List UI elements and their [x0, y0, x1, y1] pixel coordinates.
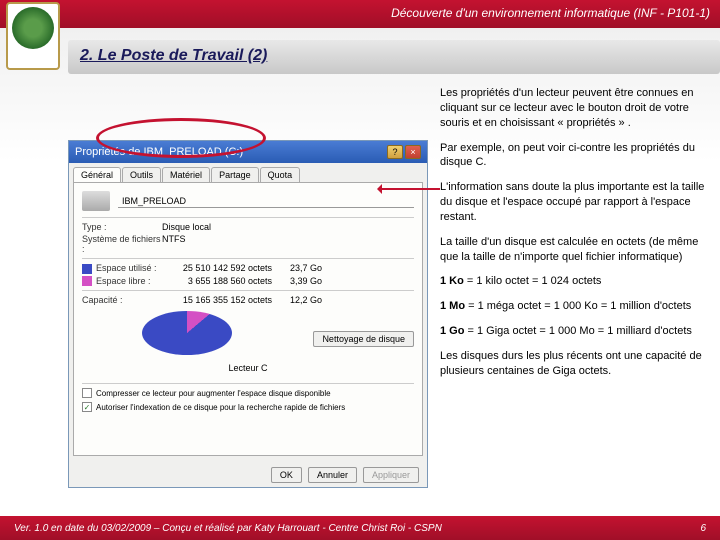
help-icon[interactable]: ?: [387, 145, 403, 159]
tab-general[interactable]: Général: [73, 167, 121, 182]
school-logo: [6, 2, 60, 70]
cancel-button[interactable]: Annuler: [308, 467, 357, 483]
apply-button[interactable]: Appliquer: [363, 467, 419, 483]
cap-label: Capacité :: [82, 295, 162, 305]
tab-hardware[interactable]: Matériel: [162, 167, 210, 182]
tab-share[interactable]: Partage: [211, 167, 259, 182]
close-icon[interactable]: ×: [405, 145, 421, 159]
compress-checkbox[interactable]: [82, 388, 92, 398]
index-label: Autoriser l'indexation de ce disque pour…: [96, 403, 345, 412]
para-7: 1 Go = 1 Giga octet = 1 000 Mo = 1 milli…: [440, 324, 708, 339]
callout-arrow: [380, 188, 440, 190]
free-bytes: 3 655 188 560 octets: [162, 276, 272, 287]
pie-label: Lecteur C: [82, 363, 414, 373]
tab-tools[interactable]: Outils: [122, 167, 161, 182]
para-6: 1 Mo = 1 méga octet = 1 000 Ko = 1 milli…: [440, 299, 708, 314]
para-1: Les propriétés d'un lecteur peuvent être…: [440, 86, 708, 131]
compress-label: Compresser ce lecteur pour augmenter l'e…: [96, 389, 331, 398]
used-gb: 23,7 Go: [272, 263, 322, 274]
used-label: Espace utilisé :: [82, 263, 162, 274]
cap-bytes: 15 165 355 152 octets: [162, 295, 272, 305]
dialog-body: IBM_PRELOAD Type :Disque local Système d…: [73, 182, 423, 456]
free-gb: 3,39 Go: [272, 276, 322, 287]
tab-quota[interactable]: Quota: [260, 167, 301, 182]
explanation-text: Les propriétés d'un lecteur peuvent être…: [440, 86, 708, 389]
index-checkbox[interactable]: ✓: [82, 402, 92, 412]
pie-chart: [142, 311, 232, 361]
para-3: L'information sans doute la plus importa…: [440, 180, 708, 225]
para-2: Par exemple, on peut voir ci-contre les …: [440, 141, 708, 171]
highlight-ellipse: [96, 118, 266, 158]
course-code: Découverte d'un environnement informatiq…: [391, 6, 710, 20]
ok-button[interactable]: OK: [271, 467, 302, 483]
used-bytes: 25 510 142 592 octets: [162, 263, 272, 274]
dialog-tabs: Général Outils Matériel Partage Quota: [69, 163, 427, 182]
fs-value: NTFS: [162, 234, 414, 254]
disk-cleanup-button[interactable]: Nettoyage de disque: [313, 331, 414, 347]
para-8: Les disques durs les plus récents ont un…: [440, 349, 708, 379]
page-number: 6: [700, 523, 706, 534]
para-5: 1 Ko = 1 kilo octet = 1 024 octets: [440, 274, 708, 289]
slide-title-bar: 2. Le Poste de Travail (2): [68, 40, 720, 74]
drive-icon: [82, 191, 110, 211]
fs-label: Système de fichiers :: [82, 234, 162, 254]
drive-name-field[interactable]: IBM_PRELOAD: [118, 195, 414, 208]
footer-text: Ver. 1.0 en date du 03/02/2009 – Conçu e…: [14, 523, 442, 534]
free-label: Espace libre :: [82, 276, 162, 287]
slide-title: 2. Le Poste de Travail (2): [80, 47, 708, 65]
slide-footer: Ver. 1.0 en date du 03/02/2009 – Conçu e…: [0, 516, 720, 540]
type-label: Type :: [82, 222, 162, 232]
para-4: La taille d'un disque est calculée en oc…: [440, 235, 708, 265]
type-value: Disque local: [162, 222, 414, 232]
cap-gb: 12,2 Go: [272, 295, 322, 305]
